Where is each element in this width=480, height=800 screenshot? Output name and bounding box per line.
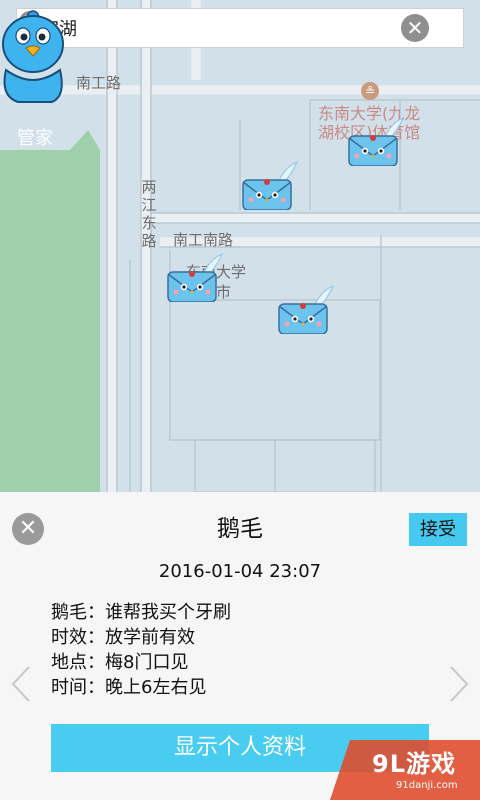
site-watermark: 9L游戏 91danji.com — [330, 730, 480, 800]
detail-location: 地点：梅8门口见 — [51, 652, 189, 673]
detail-validity: 时效：放学前有效 — [51, 627, 195, 648]
chevron-right-icon[interactable] — [448, 664, 470, 704]
mascot-label: 管家 — [17, 128, 53, 149]
search-bar: ✕ — [16, 8, 464, 48]
search-input[interactable] — [23, 9, 393, 47]
map-road-label: 南工路 — [76, 74, 122, 92]
watermark-url: 91danji.com — [396, 780, 458, 791]
goose-feather-envelope-icon[interactable] — [275, 284, 335, 334]
detail-request: 鹅毛：谁帮我买个牙刷 — [51, 602, 231, 623]
task-timestamp: 2016-01-04 23:07 — [158, 561, 322, 582]
watermark-text: 9L游戏 — [372, 750, 456, 778]
close-panel-button[interactable]: ✕ — [12, 513, 44, 545]
detail-time: 时间：晚上6左右见 — [51, 677, 207, 698]
map-view[interactable]: 南工路 两江东路 南工南路 ≗ 东南大学(九龙湖校区)体育馆 东南大学超超市 — [0, 0, 480, 492]
goose-feather-envelope-icon[interactable] — [345, 116, 405, 166]
goose-feather-envelope-icon[interactable] — [164, 252, 224, 302]
butler-mascot-button[interactable] — [0, 0, 66, 106]
map-road-label: 南工南路 — [173, 231, 234, 249]
poi-pin-icon: ≗ — [361, 82, 379, 100]
task-details: 鹅毛：谁帮我买个牙刷 时效：放学前有效 地点：梅8门口见 时间：晚上6左右见 — [51, 600, 231, 700]
chevron-left-icon[interactable] — [10, 664, 32, 704]
clear-search-button[interactable]: ✕ — [401, 14, 429, 42]
map-road-label: 两江东路 — [141, 178, 157, 250]
task-title: 鹅毛 — [217, 516, 263, 542]
map-roads — [0, 0, 480, 492]
goose-feather-envelope-icon[interactable] — [239, 160, 299, 210]
accept-button[interactable]: 接受 — [409, 513, 467, 546]
